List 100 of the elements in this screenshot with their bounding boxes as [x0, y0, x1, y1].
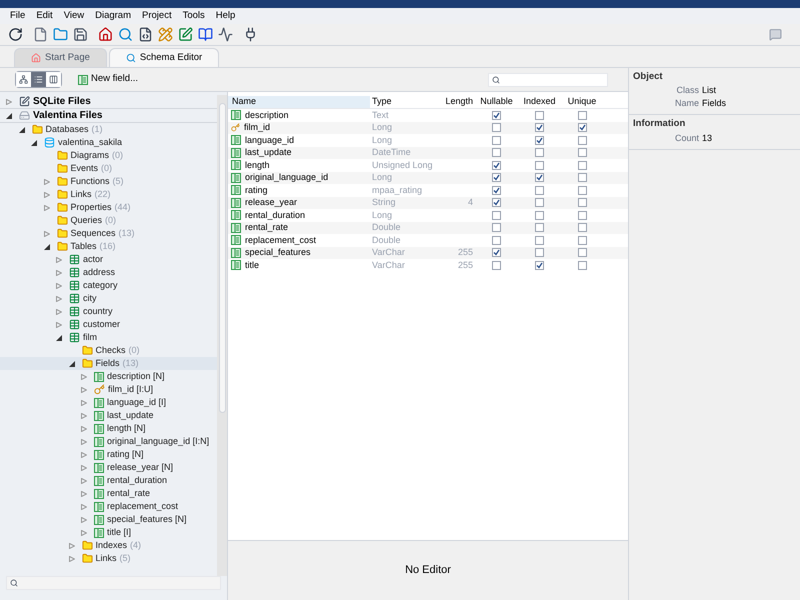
tab[interactable]: Schema Editor [108, 48, 220, 67]
table-row[interactable]: release_year String 4 [228, 196, 628, 209]
checkbox[interactable] [492, 223, 501, 232]
tree-item[interactable]: actor [0, 253, 217, 266]
expanded-arrow-icon[interactable] [31, 140, 37, 146]
collapsed-arrow-icon[interactable] [81, 412, 87, 418]
checkbox[interactable] [535, 198, 544, 208]
collapsed-arrow-icon[interactable] [81, 426, 87, 432]
expanded-arrow-icon[interactable] [6, 112, 12, 118]
column-header[interactable]: Indexed [517, 96, 562, 108]
checkbox[interactable] [535, 223, 544, 232]
collapsed-arrow-icon[interactable] [56, 322, 62, 328]
tree-item[interactable]: length [N] [0, 422, 217, 435]
chat-bubble-icon[interactable] [769, 28, 782, 41]
list-view-button[interactable] [31, 72, 46, 87]
collapsed-arrow-icon[interactable] [68, 542, 74, 548]
checkbox[interactable] [492, 186, 501, 195]
collapsed-arrow-icon[interactable] [81, 478, 87, 484]
menu-item[interactable]: Diagram [95, 8, 132, 24]
table-row[interactable]: last_update DateTime [228, 146, 628, 159]
magnifier-icon[interactable] [118, 27, 133, 42]
checkbox[interactable] [535, 123, 544, 132]
menu-item[interactable]: File [10, 8, 26, 24]
checkbox[interactable] [578, 186, 586, 195]
tree-item[interactable]: film_id [I:U] [0, 383, 217, 396]
checkbox[interactable] [535, 173, 544, 182]
checkbox[interactable] [578, 123, 586, 132]
menu-item[interactable]: Help [216, 8, 236, 24]
tree-item[interactable]: original_language_id [I:N] [0, 435, 217, 448]
checkbox[interactable] [578, 236, 586, 245]
tree-item[interactable]: language_id [I] [0, 396, 217, 409]
tree-item[interactable]: Indexes (4) [0, 539, 217, 552]
collapsed-arrow-icon[interactable] [56, 296, 62, 302]
tree-item[interactable]: category [0, 279, 217, 292]
ruler-pencil-icon[interactable] [158, 27, 173, 42]
tree-item[interactable]: film [0, 331, 217, 344]
checkbox[interactable] [578, 136, 586, 145]
pulse-icon[interactable] [218, 27, 233, 42]
collapsed-arrow-icon[interactable] [81, 386, 87, 392]
checkbox[interactable] [578, 198, 586, 208]
save-icon[interactable] [73, 27, 88, 42]
expanded-arrow-icon[interactable] [44, 244, 50, 250]
tree-item[interactable]: last_update [0, 409, 217, 422]
tree-search-field[interactable] [6, 576, 221, 590]
collapsed-arrow-icon[interactable] [44, 178, 50, 184]
checkbox[interactable] [492, 210, 501, 220]
new-file-icon[interactable] [33, 27, 48, 42]
checkbox[interactable] [492, 160, 501, 170]
scrollbar[interactable] [217, 95, 227, 576]
columns-view-button[interactable] [46, 72, 61, 87]
tree-item[interactable]: replacement_cost [0, 500, 217, 513]
collapsed-arrow-icon[interactable] [56, 282, 62, 288]
checkbox[interactable] [578, 173, 586, 182]
tree-item[interactable]: title [I] [0, 526, 217, 539]
tree-item[interactable]: Tables (16) [0, 240, 217, 253]
tree-item[interactable]: description [N] [0, 370, 217, 383]
plug-icon[interactable] [243, 27, 258, 42]
collapsed-arrow-icon[interactable] [56, 308, 62, 314]
tree-item[interactable]: country [0, 305, 217, 318]
collapsed-arrow-icon[interactable] [6, 98, 12, 104]
menu-item[interactable]: Tools [182, 8, 205, 24]
table-row[interactable]: special_features VarChar 255 [228, 246, 628, 259]
collapsed-arrow-icon[interactable] [81, 490, 87, 496]
checkbox[interactable] [535, 236, 544, 245]
collapsed-arrow-icon[interactable] [44, 192, 50, 198]
checkbox[interactable] [535, 148, 544, 158]
table-row[interactable]: film_id Long [228, 122, 628, 134]
checkbox[interactable] [492, 136, 501, 145]
tree-item[interactable]: Events (0) [0, 162, 217, 175]
table-row[interactable]: rental_rate Double [228, 222, 628, 234]
collapsed-arrow-icon[interactable] [68, 556, 74, 562]
collapsed-arrow-icon[interactable] [56, 270, 62, 276]
tree-item[interactable]: Fields (13) [0, 357, 217, 370]
collapsed-arrow-icon[interactable] [81, 464, 87, 470]
checkbox[interactable] [535, 110, 544, 120]
tab[interactable]: Start Page [14, 48, 107, 67]
tree-item[interactable]: valentina_sakila [0, 136, 217, 149]
checkbox[interactable] [492, 110, 501, 120]
collapsed-arrow-icon[interactable] [44, 204, 50, 210]
tree-item[interactable]: address [0, 266, 217, 279]
tree-item[interactable]: customer [0, 318, 217, 331]
diagram-view-button[interactable] [16, 72, 31, 87]
tree-item[interactable]: rental_duration [0, 474, 217, 487]
tree-item[interactable]: Valentina Files [0, 109, 217, 122]
checkbox[interactable] [578, 110, 586, 120]
checkbox[interactable] [578, 248, 586, 258]
checkbox[interactable] [535, 136, 544, 145]
collapsed-arrow-icon[interactable] [81, 374, 87, 380]
expanded-arrow-icon[interactable] [18, 126, 24, 132]
collapsed-arrow-icon[interactable] [56, 256, 62, 262]
expanded-arrow-icon[interactable] [68, 360, 74, 366]
collapsed-arrow-icon[interactable] [81, 400, 87, 406]
table-row[interactable]: original_language_id Long [228, 172, 628, 184]
checkbox[interactable] [535, 160, 544, 170]
tree-item[interactable]: SQLite Files [0, 95, 217, 108]
column-header[interactable]: Name [228, 96, 370, 108]
column-header[interactable]: Length [432, 96, 476, 108]
column-header[interactable]: Unique [562, 96, 602, 108]
checkbox[interactable] [492, 260, 501, 270]
checkbox[interactable] [535, 260, 544, 270]
